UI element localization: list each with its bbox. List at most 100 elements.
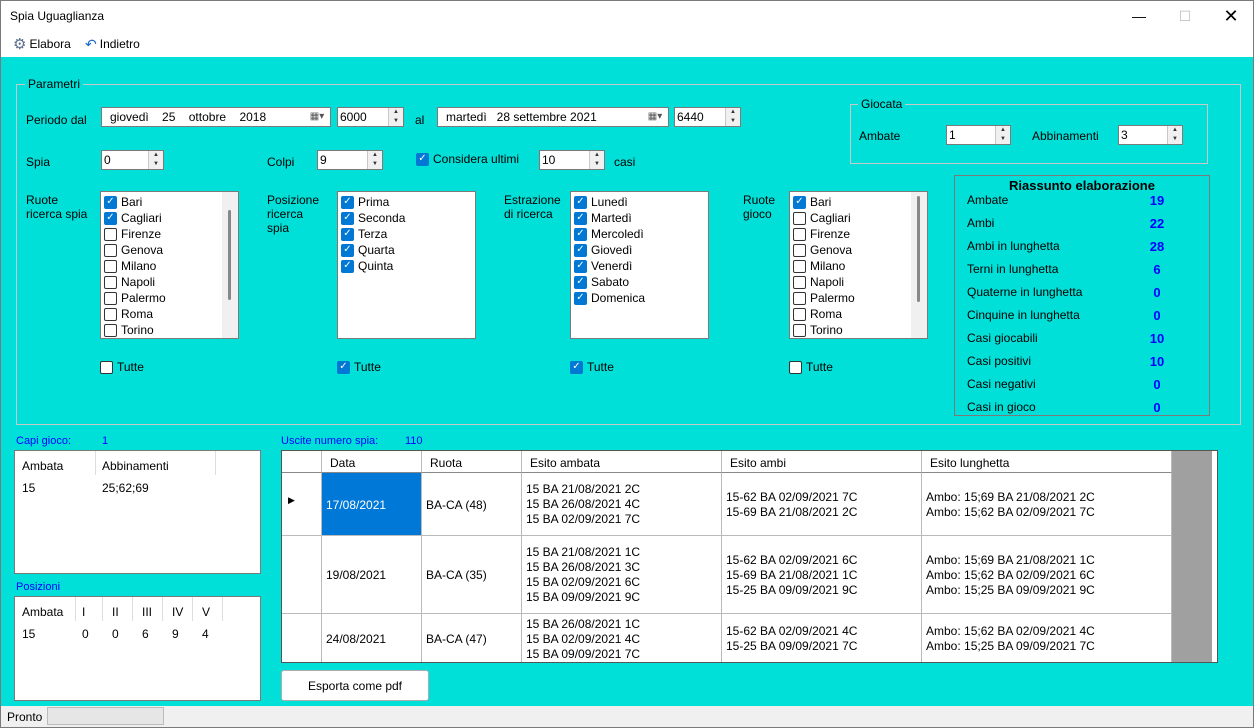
checkbox-unchecked-icon[interactable]	[104, 307, 117, 321]
list-item[interactable]: ✓ Quarta	[338, 242, 475, 258]
list-item[interactable]: Napoli	[101, 274, 238, 290]
list-item[interactable]: Roma	[790, 306, 927, 322]
checkbox-checked-icon[interactable]: ✓	[341, 195, 354, 209]
calendar-icon[interactable]: ▦▾	[306, 110, 328, 124]
scrollbar-thumb[interactable]	[917, 196, 920, 302]
scrollbar[interactable]	[222, 192, 238, 338]
grid-column-header[interactable]: Esito ambata	[522, 451, 722, 473]
spinner[interactable]: ▲ ▼	[589, 151, 604, 169]
grid-cell-data[interactable]: 24/08/2021	[322, 614, 422, 662]
minimize-button[interactable]: —	[1116, 1, 1162, 31]
grid-cell-ruota[interactable]: BA-CA (47)	[422, 614, 522, 662]
checkbox-unchecked-icon[interactable]	[793, 259, 806, 273]
list-item[interactable]: Palermo	[790, 290, 927, 306]
maximize-button[interactable]: ☐	[1162, 1, 1208, 31]
spinner[interactable]: ▲ ▼	[388, 108, 403, 126]
list-item[interactable]: ✓ Martedì	[571, 210, 708, 226]
list-item[interactable]: Napoli	[790, 274, 927, 290]
ruote-gioco-list[interactable]: ✓ Bari Cagliari Firenze Genova Milano Napoli Pa…	[789, 191, 928, 339]
grid-scrollbar[interactable]	[1212, 451, 1217, 662]
results-grid[interactable]: Data Ruota Esito ambata Esito ambi Esito lun…	[281, 450, 1218, 663]
grid-cell-lunghetta[interactable]: Ambo: 15;69 BA 21/08/2021 1C Ambo: 15;62 …	[922, 536, 1172, 614]
spia-input[interactable]: 0 ▲ ▼	[101, 150, 164, 170]
grid-column-header[interactable]: Data	[322, 451, 422, 473]
list-item[interactable]: Torino	[101, 322, 238, 338]
list-item[interactable]: ✓ Cagliari	[101, 210, 238, 226]
list-item[interactable]: ✓ Quinta	[338, 258, 475, 274]
elabora-button[interactable]: ⚙ Elabora	[13, 35, 71, 53]
checkbox-checked-icon[interactable]: ✓	[574, 195, 587, 209]
grid-cell-data[interactable]: 17/08/2021	[322, 473, 422, 536]
checkbox-checked-icon[interactable]: ✓	[104, 195, 117, 209]
tutte-ruote-gioco-checkbox[interactable]: Tutte	[789, 360, 833, 374]
list-item[interactable]: Firenze	[790, 226, 927, 242]
date-from-number[interactable]: 6000 ▲ ▼	[337, 107, 404, 127]
list-item[interactable]: Genova	[790, 242, 927, 258]
checkbox-unchecked-icon[interactable]	[104, 291, 117, 305]
list-item[interactable]: Genova	[101, 242, 238, 258]
estrazione-list[interactable]: ✓ Lunedì ✓ Martedì ✓ Mercoledì ✓ Giovedì ✓ Venerd…	[570, 191, 709, 339]
checkbox-checked-icon[interactable]: ✓	[104, 211, 117, 225]
ruote-ricerca-list[interactable]: ✓ Bari ✓ Cagliari Firenze Genova Milano Napoli P…	[100, 191, 239, 339]
checkbox-checked-icon[interactable]: ✓	[341, 243, 354, 257]
checkbox-checked-icon[interactable]: ✓	[341, 211, 354, 225]
date-to-number[interactable]: 6440 ▲ ▼	[674, 107, 741, 127]
date-to-picker[interactable]: martedì 28 settembre 2021 ▦▾	[437, 107, 669, 127]
spinner[interactable]: ▲ ▼	[995, 126, 1010, 144]
checkbox-unchecked-icon[interactable]	[793, 227, 806, 241]
spinner[interactable]: ▲ ▼	[148, 151, 163, 169]
checkbox-checked-icon[interactable]: ✓	[574, 291, 587, 305]
list-item[interactable]: ✓ Domenica	[571, 290, 708, 306]
grid-cell-ambi[interactable]: 15-62 BA 02/09/2021 6C 15-69 BA 21/08/202…	[722, 536, 922, 614]
checkbox-checked-icon[interactable]: ✓	[341, 259, 354, 273]
spinner[interactable]: ▲ ▼	[367, 151, 382, 169]
list-item[interactable]: Roma	[101, 306, 238, 322]
grid-cell-ambi[interactable]: 15-62 BA 02/09/2021 7C 15-69 BA 21/08/202…	[722, 473, 922, 536]
considera-input[interactable]: 10 ▲ ▼	[539, 150, 605, 170]
grid-column-header[interactable]: Esito lunghetta	[922, 451, 1172, 473]
scrollbar[interactable]	[911, 192, 927, 338]
capi-gioco-table[interactable]: Ambata Abbinamenti 15 25;62;69	[14, 450, 261, 574]
checkbox-checked-icon[interactable]: ✓	[341, 227, 354, 241]
grid-cell-ambata[interactable]: 15 BA 21/08/2021 2C 15 BA 26/08/2021 4C 15…	[522, 473, 722, 536]
list-item[interactable]: Torino	[790, 322, 927, 338]
grid-row-header[interactable]: ▶	[282, 473, 322, 536]
grid-cell-ambi[interactable]: 15-62 BA 02/09/2021 4C 15-25 BA 09/09/202…	[722, 614, 922, 662]
grid-cell-lunghetta[interactable]: Ambo: 15;62 BA 02/09/2021 4C Ambo: 15;25 …	[922, 614, 1172, 662]
date-from-picker[interactable]: giovedì 25 ottobre 2018 ▦▾	[101, 107, 331, 127]
posizione-list[interactable]: ✓ Prima ✓ Seconda ✓ Terza ✓ Quarta ✓ Quinta	[337, 191, 476, 339]
indietro-button[interactable]: ↶ Indietro	[85, 35, 140, 53]
colpi-input[interactable]: 9 ▲ ▼	[317, 150, 383, 170]
list-item[interactable]: Firenze	[101, 226, 238, 242]
list-item[interactable]: Milano	[101, 258, 238, 274]
grid-cell-ruota[interactable]: BA-CA (48)	[422, 473, 522, 536]
checkbox-unchecked-icon[interactable]	[104, 243, 117, 257]
grid-cell-ambata[interactable]: 15 BA 26/08/2021 1C 15 BA 02/09/2021 4C 15…	[522, 614, 722, 662]
checkbox-checked-icon[interactable]: ✓	[574, 259, 587, 273]
checkbox-checked-icon[interactable]: ✓	[574, 227, 587, 241]
calendar-icon[interactable]: ▦▾	[644, 110, 666, 124]
grid-row-header[interactable]	[282, 536, 322, 614]
list-item[interactable]: Palermo	[101, 290, 238, 306]
checkbox-checked-icon[interactable]: ✓	[574, 211, 587, 225]
grid-cell-ruota[interactable]: BA-CA (35)	[422, 536, 522, 614]
tutte-estrazione-checkbox[interactable]: ✓ Tutte	[570, 360, 614, 374]
grid-cell-lunghetta[interactable]: Ambo: 15;69 BA 21/08/2021 2C Ambo: 15;62 …	[922, 473, 1172, 536]
checkbox-unchecked-icon[interactable]	[793, 211, 806, 225]
list-item[interactable]: ✓ Giovedì	[571, 242, 708, 258]
list-item[interactable]: ✓ Mercoledì	[571, 226, 708, 242]
checkbox-unchecked-icon[interactable]	[793, 243, 806, 257]
checkbox-checked-icon[interactable]: ✓	[574, 243, 587, 257]
close-button[interactable]: ✕	[1208, 1, 1253, 31]
checkbox-unchecked-icon[interactable]	[104, 259, 117, 273]
spinner[interactable]: ▲ ▼	[725, 108, 740, 126]
checkbox-unchecked-icon[interactable]	[793, 323, 806, 337]
list-item[interactable]: ✓ Terza	[338, 226, 475, 242]
grid-column-header[interactable]: Ruota	[422, 451, 522, 473]
list-item[interactable]: ✓ Venerdì	[571, 258, 708, 274]
list-item[interactable]: Cagliari	[790, 210, 927, 226]
checkbox-unchecked-icon[interactable]	[793, 291, 806, 305]
checkbox-unchecked-icon[interactable]	[104, 323, 117, 337]
posizioni-table[interactable]: Ambata I II III IV V 15 0 0 6 9 4	[14, 596, 261, 701]
abbinamenti-input[interactable]: 3 ▲ ▼	[1118, 125, 1183, 145]
